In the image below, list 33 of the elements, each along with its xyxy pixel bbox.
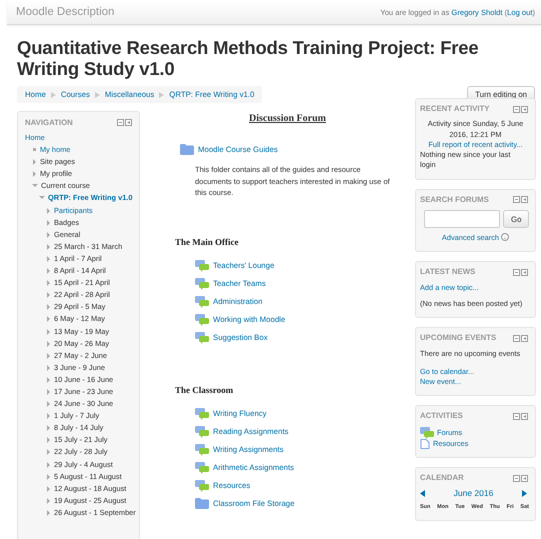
forum-icon [195,426,209,438]
next-month-icon[interactable] [522,490,527,497]
section-title: Discussion Forum [248,113,327,124]
forum-icon [420,426,434,439]
breadcrumb-separator-icon [94,92,100,98]
block-controls-icon[interactable] [513,474,529,482]
forum-icon [195,260,209,272]
forum-icon [195,462,209,474]
search-field[interactable] [424,210,500,228]
file-icon [420,438,430,449]
page-title: Quantitative Research Methods Training Project: Free Writing Study v1.0 [17,37,480,79]
forum-icon [195,480,209,492]
forum-icon [195,408,209,420]
forum-icon [195,278,209,290]
block-controls-icon[interactable] [513,196,529,204]
forum-icon [195,444,209,456]
block-controls-icon[interactable] [513,334,529,342]
breadcrumb-separator-icon [50,92,56,98]
previous-month-icon[interactable] [420,490,425,497]
forum-icon [195,332,209,344]
section-heading: The Main Office [175,236,240,246]
block-controls-icon[interactable] [513,413,529,420]
section-heading: The Classroom [175,384,234,394]
folder-icon [195,498,209,509]
block-controls-icon[interactable] [513,269,529,276]
forum-icon [195,314,209,326]
folder-icon [180,144,194,154]
block-controls-icon[interactable] [513,106,529,113]
calendar-month: June 2016 [454,488,494,499]
help-icon [501,233,510,242]
forum-icon [195,296,209,308]
breadcrumb-separator-icon [159,92,164,98]
block-controls-icon[interactable] [117,119,133,126]
